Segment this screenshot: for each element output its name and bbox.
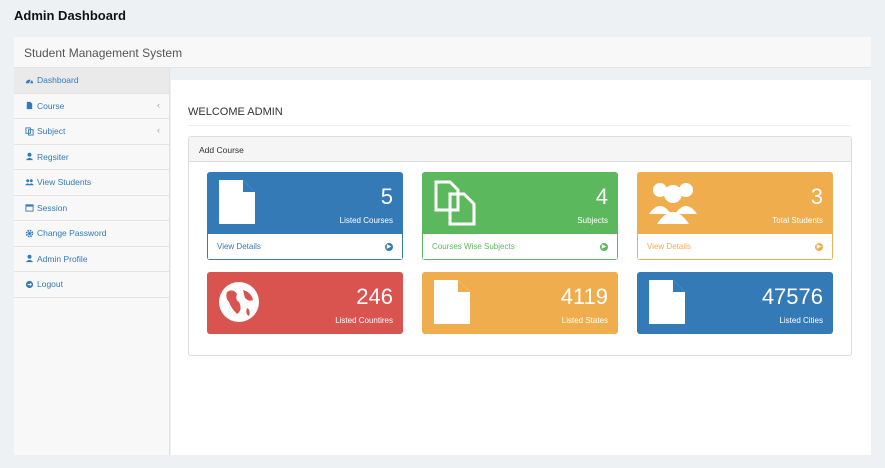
stat-value: 47576 [761,284,823,309]
view-details-link[interactable]: View Details ▶ [637,234,833,260]
stat-card-cities: 47576 Listed Cities [637,272,833,334]
footer-text: View Details [647,242,691,251]
stat-label: Listed States [561,316,608,325]
brand-title[interactable]: Student Management System [24,46,182,60]
sidebar-item-subject[interactable]: Subject ‹ [14,119,169,145]
stat-label: Listed Cities [779,316,823,325]
sidebar-item-course[interactable]: Course ‹ [14,94,169,119]
chevron-left-icon[interactable]: ‹ [157,100,160,110]
chevron-left-icon[interactable]: ‹ [157,125,160,135]
file-icon [217,178,257,231]
user-icon [25,254,34,263]
stat-label: Total Students [772,216,823,225]
sidebar-item-label: Course [37,100,65,111]
sidebar-item-register[interactable]: Regsiter [14,145,169,170]
navbar: Student Management System [14,37,871,68]
stat-card-states: 4119 Listed States [422,272,618,334]
stat-label: Subjects [577,216,608,225]
logout-icon [25,280,34,289]
users-icon [647,178,699,231]
stat-value: 3 [810,184,823,209]
arrow-right-icon: ▶ [385,242,393,251]
sidebar-item-label: Dashboard [37,75,79,86]
stat-card-countries: 246 Listed Countires [207,272,403,334]
calendar-icon [25,203,34,212]
footer-text: Courses Wise Subjects [432,242,515,251]
gear-icon [25,229,34,238]
stat-value: 4119 [560,284,608,309]
sidebar-item-label: Subject [37,126,66,137]
dashboard-icon [25,76,34,85]
stat-value: 4 [595,184,608,209]
courses-wise-subjects-link[interactable]: Courses Wise Subjects ▶ [422,234,618,260]
arrow-right-icon: ▶ [600,242,608,251]
add-course-panel: Add Course 5 Listed Courses View Details… [188,136,852,356]
user-icon [25,152,34,161]
copy-icon [25,127,34,136]
sidebar-item-label: Change Password [37,228,107,239]
sidebar: Dashboard Course ‹ Subject ‹ Regsiter Vi… [14,68,170,455]
sidebar-item-dashboard[interactable]: Dashboard [14,68,169,94]
view-details-link[interactable]: View Details ▶ [207,234,403,260]
main-content: WELCOME ADMIN Add Course 5 Listed Course… [171,80,871,455]
copy-icon [432,178,478,231]
file-icon [647,278,687,331]
sidebar-item-label: Regsiter [37,151,69,162]
stat-value: 246 [356,284,393,309]
sidebar-item-change-password[interactable]: Change Password [14,221,169,247]
panel-heading: Add Course [189,137,851,162]
stat-card-courses: 5 Listed Courses View Details ▶ [207,172,403,260]
file-icon [432,278,472,331]
page-title: WELCOME ADMIN [188,106,851,126]
sidebar-item-label: Admin Profile [37,253,88,264]
stat-label: Listed Courses [339,216,393,225]
users-icon [25,178,34,187]
sidebar-item-logout[interactable]: Logout [14,272,169,298]
sidebar-item-view-students[interactable]: View Students [14,170,169,196]
stat-card-subjects: 4 Subjects Courses Wise Subjects ▶ [422,172,618,260]
stat-value: 5 [380,184,393,209]
sidebar-item-label: Logout [37,279,63,290]
app-title: Admin Dashboard [14,8,126,23]
sidebar-item-session[interactable]: Session [14,196,169,221]
file-icon [25,101,34,110]
arrow-right-icon: ▶ [815,242,823,251]
stat-label: Listed Countires [335,316,393,325]
stat-card-students: 3 Total Students View Details ▶ [637,172,833,260]
sidebar-item-label: View Students [37,177,92,188]
footer-text: View Details [217,242,261,251]
sidebar-item-admin-profile[interactable]: Admin Profile [14,247,169,272]
sidebar-item-label: Session [37,202,68,213]
globe-icon [217,280,261,329]
